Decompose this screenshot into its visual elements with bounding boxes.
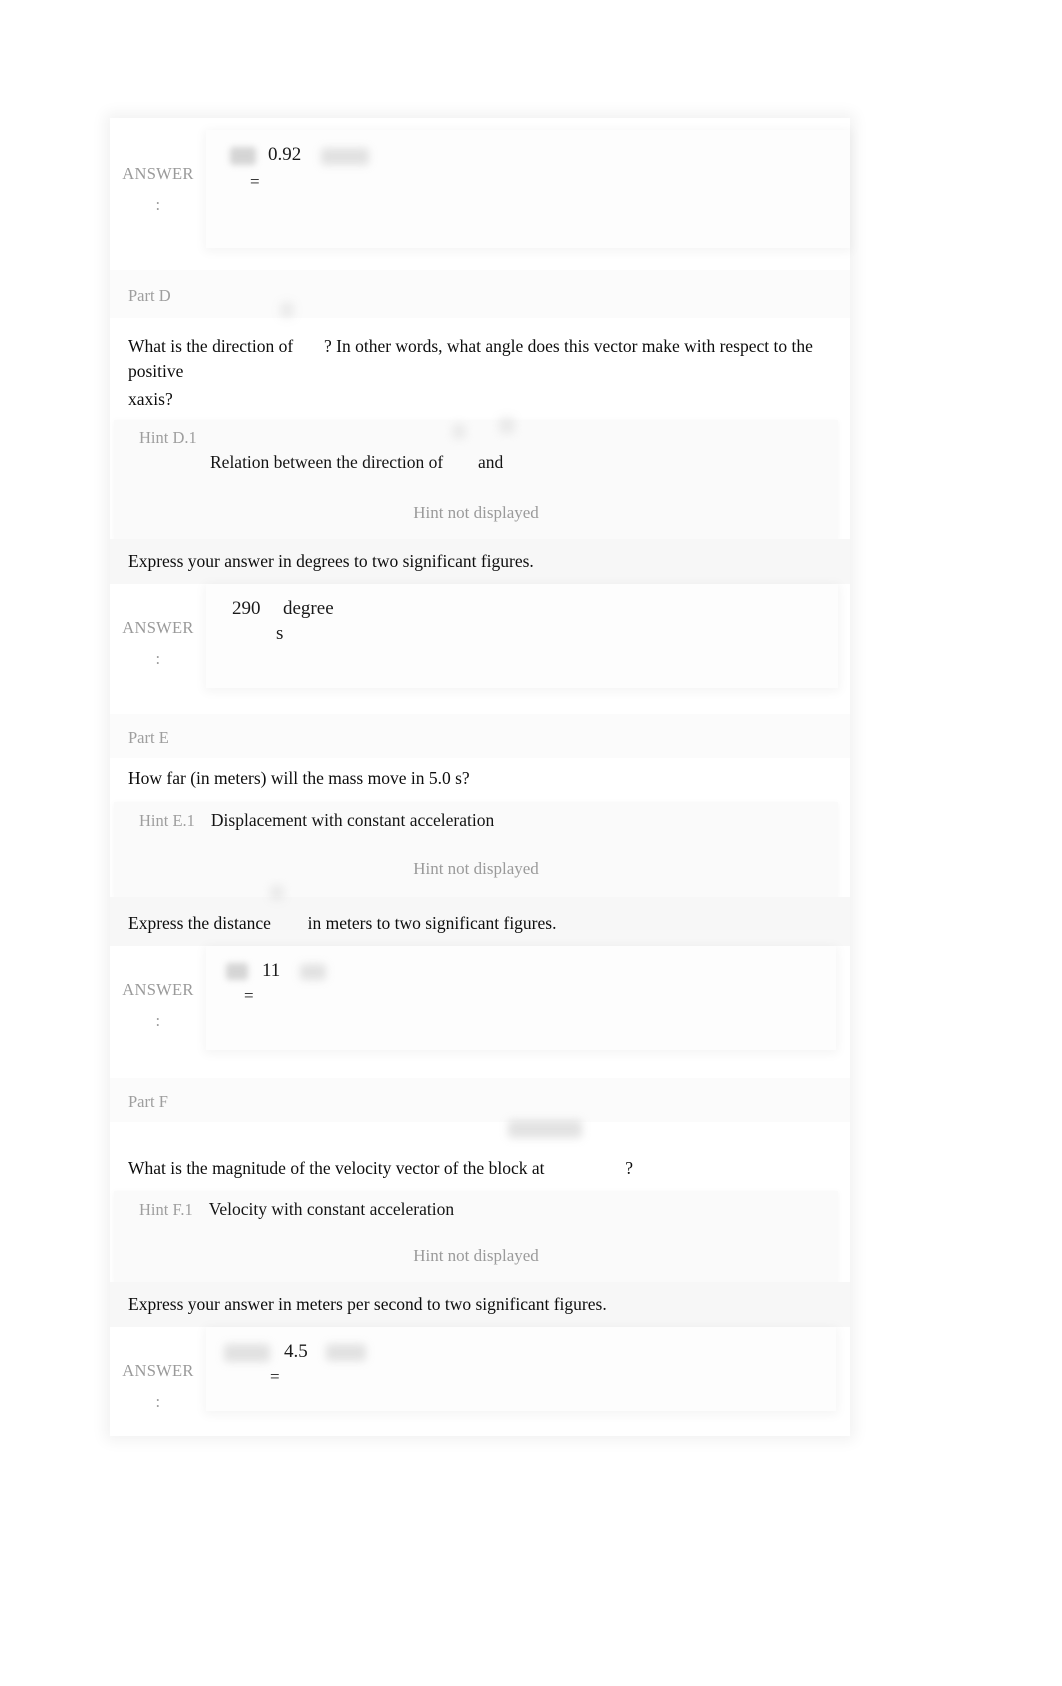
answer-equals-partC: =: [250, 172, 260, 191]
inline-equation-icon: [270, 884, 284, 900]
part-f-hint-not-displayed: Hint not displayed: [413, 1245, 539, 1265]
part-d-question: What is the direction of ? In other word…: [110, 302, 850, 420]
part-e-hint-not-displayed: Hint not displayed: [413, 858, 539, 878]
answer-label-partF: ANSWER :: [110, 1327, 206, 1418]
inline-equation-icon: [280, 302, 294, 318]
answer-block-partE: ANSWER : 11 =: [110, 945, 850, 1050]
part-f-question-before: What is the magnitude of the velocity ve…: [128, 1157, 545, 1178]
section-part-d: Part D What is the direction of ? In oth…: [110, 270, 850, 689]
answer-value-partC: 0.92: [268, 144, 302, 165]
answer-block-partF: ANSWER : 4.5 =: [110, 1326, 850, 1436]
part-d-hint-text-mid: and: [478, 452, 504, 473]
spacer-1: [110, 248, 850, 270]
part-d-question-before: What is the direction of: [128, 336, 294, 356]
part-e-hint-title: Displacement with constant acceleration: [210, 809, 495, 830]
unit-symbol-icon: [325, 1344, 366, 1362]
variable-symbol-icon: [230, 147, 256, 166]
part-e-express-after: in meters to two significant figures.: [307, 912, 557, 933]
answer-label-partD: ANSWER :: [110, 584, 206, 675]
inline-equation-icon: [499, 417, 515, 435]
answer-content-partE: 11 =: [206, 946, 836, 1016]
answer-colon: :: [155, 195, 161, 215]
part-f-question-after: ?: [625, 1157, 633, 1178]
part-f-hint-header[interactable]: Hint F.1 Velocity with constant accelera…: [114, 1191, 838, 1224]
answer-colon: :: [155, 1010, 161, 1030]
answer-value-partE: 11: [262, 959, 281, 981]
answer-value-partF: 4.5: [284, 1340, 308, 1362]
answer-unit-line2: s: [276, 623, 284, 645]
part-d-label: Part D: [110, 270, 850, 318]
answer-box-partF[interactable]: 4.5 =: [206, 1326, 836, 1411]
part-f-express: Express your answer in meters per second…: [110, 1281, 850, 1327]
answer-label-text: ANSWER: [122, 1360, 194, 1380]
answer-content-partC: 0.92 =: [206, 130, 850, 202]
section-part-e: Part E How far (in meters) will the mass…: [110, 714, 850, 1050]
answer-colon: :: [155, 649, 161, 669]
answer-label-partE: ANSWER :: [110, 946, 206, 1037]
answer-block-partC: ANSWER : 0.92 =: [110, 118, 850, 248]
answer-label-partC: ANSWER :: [110, 130, 206, 221]
part-d-hint-body: Relation between the direction of and: [114, 417, 838, 487]
part-f-hint-panel: Hint F.1 Velocity with constant accelera…: [114, 1190, 838, 1282]
part-d-hint-panel: Hint D.1 Relation between the direction …: [114, 417, 838, 540]
variable-symbol-icon: [226, 963, 248, 981]
answer-box-partE[interactable]: 11 =: [206, 945, 836, 1050]
inline-equation-icon: [452, 424, 466, 440]
answer-content-partF: 4.5 =: [206, 1327, 836, 1397]
spacer-3: [110, 1049, 850, 1078]
answer-label-text: ANSWER: [122, 979, 194, 999]
part-d-hint-id: Hint D.1: [139, 428, 197, 448]
inline-equation-icon: [508, 1119, 582, 1138]
part-f-label: Part F: [110, 1077, 850, 1122]
part-e-hint-id: Hint E.1: [139, 810, 195, 830]
part-d-question-tail: xaxis?: [128, 388, 173, 409]
answer-label-text: ANSWER: [122, 164, 194, 183]
answer-block-partD: ANSWER : 290 degree s: [110, 584, 850, 689]
part-e-question: How far (in meters) will the mass move i…: [128, 768, 470, 789]
answer-colon: :: [155, 1392, 161, 1412]
part-d-hint-not-displayed: Hint not displayed: [413, 503, 539, 523]
answer-value-partD: 290: [232, 598, 261, 620]
answer-label-text: ANSWER: [122, 618, 194, 638]
homework-document: ANSWER : 0.92 = Part D What is the direc…: [110, 118, 850, 1436]
variable-symbol-icon: [224, 1343, 270, 1362]
answer-unit-line1: degree: [283, 598, 334, 620]
answer-box-partD[interactable]: 290 degree s: [206, 584, 838, 689]
part-f-hint-id: Hint F.1: [139, 1199, 193, 1219]
part-d-express: Express your answer in degrees to two si…: [110, 539, 850, 585]
unit-symbol-icon: [300, 963, 327, 980]
part-e-express: Express the distance in meters to two si…: [110, 884, 850, 946]
spacer-2: [110, 688, 850, 715]
answer-box-partC[interactable]: 0.92 =: [206, 130, 850, 248]
section-part-f: Part F What is the magnitude of the velo…: [110, 1077, 850, 1436]
part-d-hint-header[interactable]: Hint D.1: [114, 420, 838, 452]
answer-content-partD: 290 degree s: [206, 584, 838, 655]
answer-equals-partE: =: [244, 985, 254, 1005]
page-root: ANSWER : 0.92 = Part D What is the direc…: [0, 0, 1062, 1686]
part-e-label: Part E: [110, 714, 850, 759]
part-e-express-before: Express the distance: [128, 912, 271, 933]
part-f-hint-title: Velocity with constant acceleration: [208, 1198, 455, 1219]
part-e-hint-panel: Hint E.1 Displacement with constant acce…: [114, 801, 838, 897]
part-f-question: What is the magnitude of the velocity ve…: [110, 1119, 850, 1191]
part-e-hint-header[interactable]: Hint E.1 Displacement with constant acce…: [114, 802, 838, 835]
answer-equals-partF: =: [270, 1366, 280, 1386]
unit-symbol-icon: [321, 147, 370, 165]
part-d-hint-text-before: Relation between the direction of: [210, 452, 444, 473]
